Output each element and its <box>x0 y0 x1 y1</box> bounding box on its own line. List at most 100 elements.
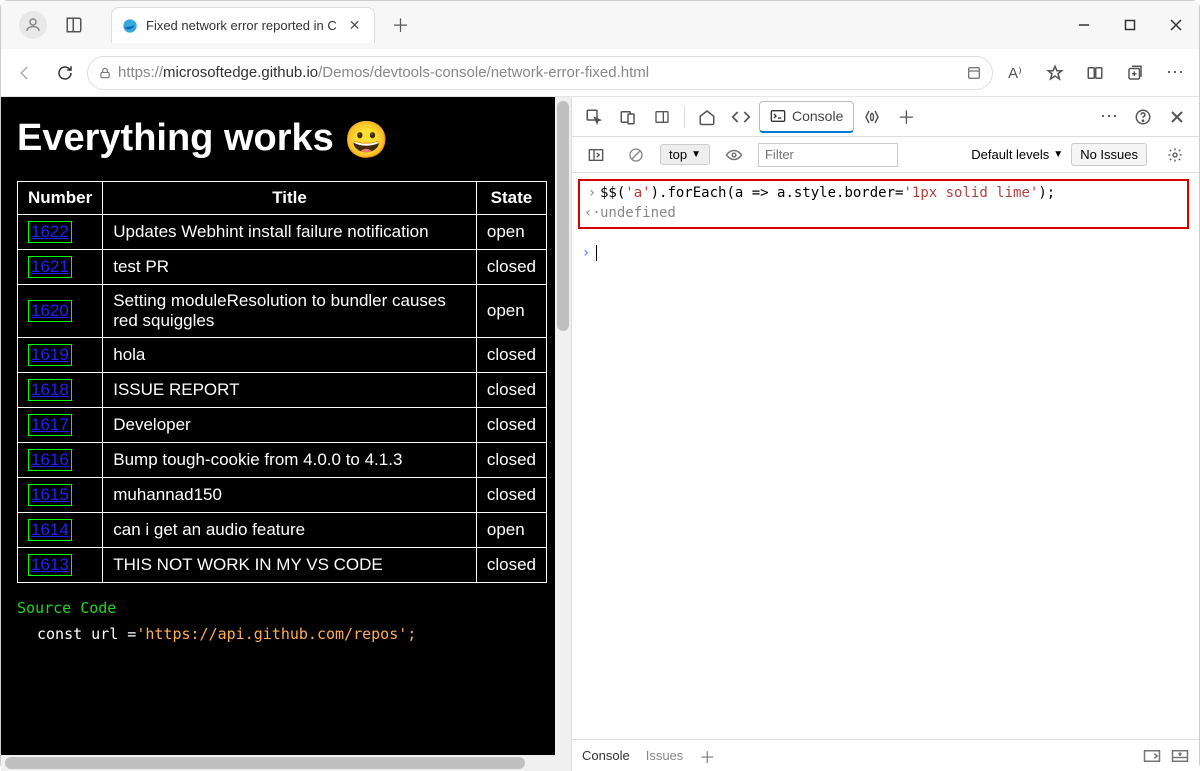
collections-icon[interactable] <box>1117 55 1153 91</box>
cell-number: 1617 <box>18 407 103 442</box>
new-tab-button[interactable]: ＋ <box>383 8 417 42</box>
table-row: 1620 Setting moduleResolution to bundler … <box>18 284 547 337</box>
help-icon[interactable] <box>1127 101 1159 133</box>
cell-number: 1616 <box>18 442 103 477</box>
tab-title: Fixed network error reported in C <box>146 18 337 33</box>
source-code-line: const url ='https://api.github.com/repos… <box>17 625 547 643</box>
elements-tab-icon[interactable] <box>725 101 757 133</box>
cell-number: 1618 <box>18 372 103 407</box>
profile-icon[interactable] <box>19 11 47 39</box>
sources-tab-icon[interactable] <box>856 101 888 133</box>
read-aloud-icon[interactable]: A⁾ <box>997 55 1033 91</box>
cell-number: 1620 <box>18 284 103 337</box>
issue-link[interactable]: 1615 <box>28 484 72 506</box>
issue-link[interactable]: 1613 <box>28 554 72 576</box>
devtools-panel: Console ＋ ⋯ <box>571 97 1199 771</box>
device-emulation-icon[interactable] <box>612 101 644 133</box>
issue-link[interactable]: 1622 <box>28 221 72 243</box>
console-sidebar-toggle-icon[interactable] <box>580 139 612 171</box>
console-output[interactable]: › $$('a').forEach(a => a.style.border='1… <box>572 173 1199 739</box>
drawer-expand-icon[interactable] <box>1143 749 1161 763</box>
issue-link[interactable]: 1619 <box>28 344 72 366</box>
drawer-console-tab[interactable]: Console <box>582 748 630 763</box>
horizontal-scrollbar[interactable] <box>1 755 555 771</box>
back-button[interactable] <box>7 55 43 91</box>
filter-input[interactable] <box>758 143 898 167</box>
highlighted-region: › $$('a').forEach(a => a.style.border='1… <box>578 179 1189 229</box>
cell-title: Updates Webhint install failure notifica… <box>103 214 477 249</box>
cell-number: 1613 <box>18 547 103 582</box>
table-row: 1617Developerclosed <box>18 407 547 442</box>
drawer-issues-tab[interactable]: Issues <box>646 748 684 763</box>
issue-link[interactable]: 1620 <box>28 300 72 322</box>
console-input-line: › $$('a').forEach(a => a.style.border='1… <box>584 183 1183 203</box>
cell-number: 1622 <box>18 214 103 249</box>
log-levels-selector[interactable]: Default levels ▼ <box>971 147 1063 162</box>
maximize-button[interactable] <box>1107 5 1153 45</box>
welcome-tab-icon[interactable] <box>691 101 723 133</box>
issue-link[interactable]: 1617 <box>28 414 72 436</box>
console-prompt-line[interactable]: › <box>578 245 1189 261</box>
window-controls <box>1061 5 1199 45</box>
more-icon[interactable]: ⋯ <box>1157 55 1193 91</box>
issue-link[interactable]: 1614 <box>28 519 72 541</box>
page-content[interactable]: Everything works 😀 Number Title State 16… <box>1 97 571 771</box>
drawer-add-tab-icon[interactable]: ＋ <box>699 744 715 768</box>
favorite-icon[interactable] <box>1037 55 1073 91</box>
vertical-scrollbar[interactable] <box>555 97 571 771</box>
cell-state: closed <box>476 477 546 512</box>
live-expression-icon[interactable] <box>718 139 750 171</box>
console-output-line: ‹· undefined <box>584 203 1183 223</box>
inspect-element-icon[interactable] <box>578 101 610 133</box>
cell-number: 1621 <box>18 249 103 284</box>
browser-titlebar: Fixed network error reported in C ✕ ＋ <box>1 1 1199 49</box>
cell-number: 1619 <box>18 337 103 372</box>
dock-side-icon[interactable] <box>646 101 678 133</box>
table-row: 1622 Updates Webhint install failure noti… <box>18 214 547 249</box>
cell-state: open <box>476 512 546 547</box>
devtools-close-icon[interactable] <box>1161 101 1193 133</box>
url-input[interactable]: https://microsoftedge.github.io/Demos/de… <box>87 56 993 90</box>
table-row: 1616Bump tough-cookie from 4.0.0 to 4.1.… <box>18 442 547 477</box>
close-window-button[interactable] <box>1153 5 1199 45</box>
refresh-button[interactable] <box>47 55 83 91</box>
split-screen-icon[interactable] <box>1077 55 1113 91</box>
minimize-button[interactable] <box>1061 5 1107 45</box>
address-bar: https://microsoftedge.github.io/Demos/de… <box>1 49 1199 97</box>
console-tab[interactable]: Console <box>759 101 854 133</box>
app-install-icon[interactable] <box>966 65 982 81</box>
grinning-emoji-icon: 😀 <box>344 119 389 160</box>
url-text: https://microsoftedge.github.io/Demos/de… <box>118 64 649 81</box>
cell-state: closed <box>476 407 546 442</box>
issue-link[interactable]: 1618 <box>28 379 72 401</box>
cell-title: Setting moduleResolution to bundler caus… <box>103 284 477 337</box>
devtools-tab-bar: Console ＋ ⋯ <box>572 97 1199 137</box>
console-settings-icon[interactable] <box>1159 139 1191 171</box>
page-viewport: Everything works 😀 Number Title State 16… <box>1 97 571 771</box>
drawer-dock-icon[interactable] <box>1171 749 1189 763</box>
devtools-more-icon[interactable]: ⋯ <box>1093 101 1125 133</box>
no-issues-button[interactable]: No Issues <box>1071 143 1147 166</box>
prompt-chevron-icon: › <box>578 245 594 261</box>
workspaces-icon[interactable] <box>57 8 91 42</box>
issue-link[interactable]: 1621 <box>28 256 72 278</box>
cell-number: 1614 <box>18 512 103 547</box>
text-cursor <box>596 245 597 261</box>
cell-title: THIS NOT WORK IN MY VS CODE <box>103 547 477 582</box>
issue-link[interactable]: 1616 <box>28 449 72 471</box>
issues-table: Number Title State 1622 Updates Webhint i… <box>17 181 547 583</box>
more-tabs-icon[interactable]: ＋ <box>890 101 922 133</box>
context-selector[interactable]: top ▼ <box>660 144 710 165</box>
lock-icon <box>98 66 112 80</box>
browser-tab[interactable]: Fixed network error reported in C ✕ <box>111 7 375 43</box>
tab-close-icon[interactable]: ✕ <box>345 15 365 36</box>
clear-console-icon[interactable] <box>620 139 652 171</box>
col-number: Number <box>18 181 103 214</box>
cell-title: hola <box>103 337 477 372</box>
table-header-row: Number Title State <box>18 181 547 214</box>
cell-title: can i get an audio feature <box>103 512 477 547</box>
cell-number: 1615 <box>18 477 103 512</box>
cell-state: closed <box>476 372 546 407</box>
cell-title: muhannad150 <box>103 477 477 512</box>
cell-title: test PR <box>103 249 477 284</box>
